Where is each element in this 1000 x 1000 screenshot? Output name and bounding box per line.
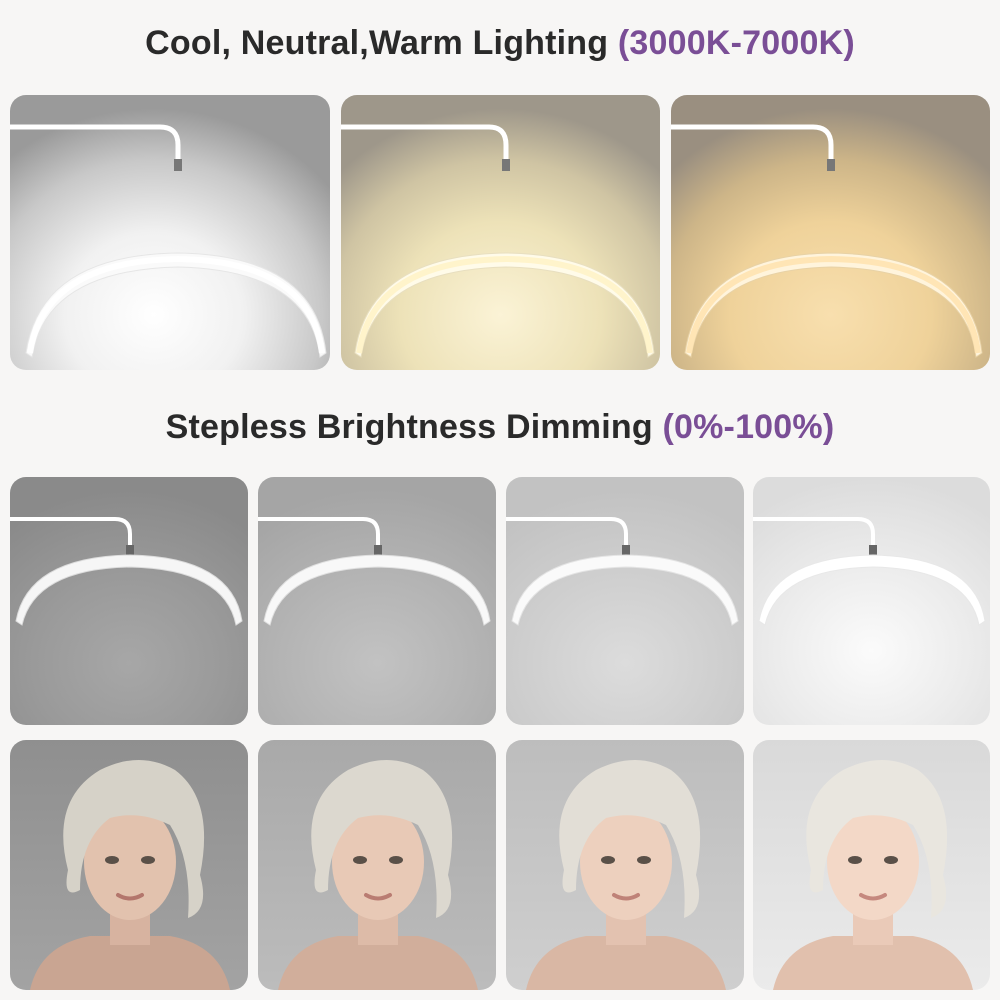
cool-lamp-image — [10, 124, 327, 358]
warm-lamp-image — [671, 124, 983, 358]
brightness-lamp-panel-3 — [506, 477, 744, 725]
lamp-image — [258, 517, 491, 626]
lamp-image — [506, 517, 739, 626]
brightness-lamp-panel-1 — [10, 477, 248, 725]
portrait-image — [30, 760, 230, 990]
neutral-lamp-image — [341, 124, 655, 358]
portrait-image — [526, 760, 726, 990]
portrait-image — [278, 760, 478, 990]
cool-light-panel — [10, 95, 330, 370]
temperature-heading-range: (3000K-7000K) — [617, 24, 855, 62]
warm-light-panel — [671, 95, 990, 370]
neutral-light-panel — [341, 95, 660, 370]
portrait-panel-1 — [10, 740, 248, 990]
brightness-lamp-panel-2 — [258, 477, 496, 725]
temperature-heading-main: Cool, Neutral,Warm Lighting — [145, 24, 609, 62]
portrait-panel-3 — [506, 740, 744, 990]
lamp-image — [10, 517, 243, 626]
portrait-image — [773, 760, 973, 990]
brightness-lamp-panel-4 — [753, 477, 990, 725]
brightness-heading: Stepless Brightness Dimming (0%-100%) — [0, 408, 1000, 447]
portrait-panel-4 — [753, 740, 990, 990]
brightness-heading-range: (0%-100%) — [662, 408, 835, 446]
lamp-image — [753, 517, 986, 626]
brightness-heading-main: Stepless Brightness Dimming — [165, 408, 653, 446]
portrait-panel-2 — [258, 740, 496, 990]
temperature-heading: Cool, Neutral,Warm Lighting (3000K-7000K… — [0, 24, 1000, 63]
